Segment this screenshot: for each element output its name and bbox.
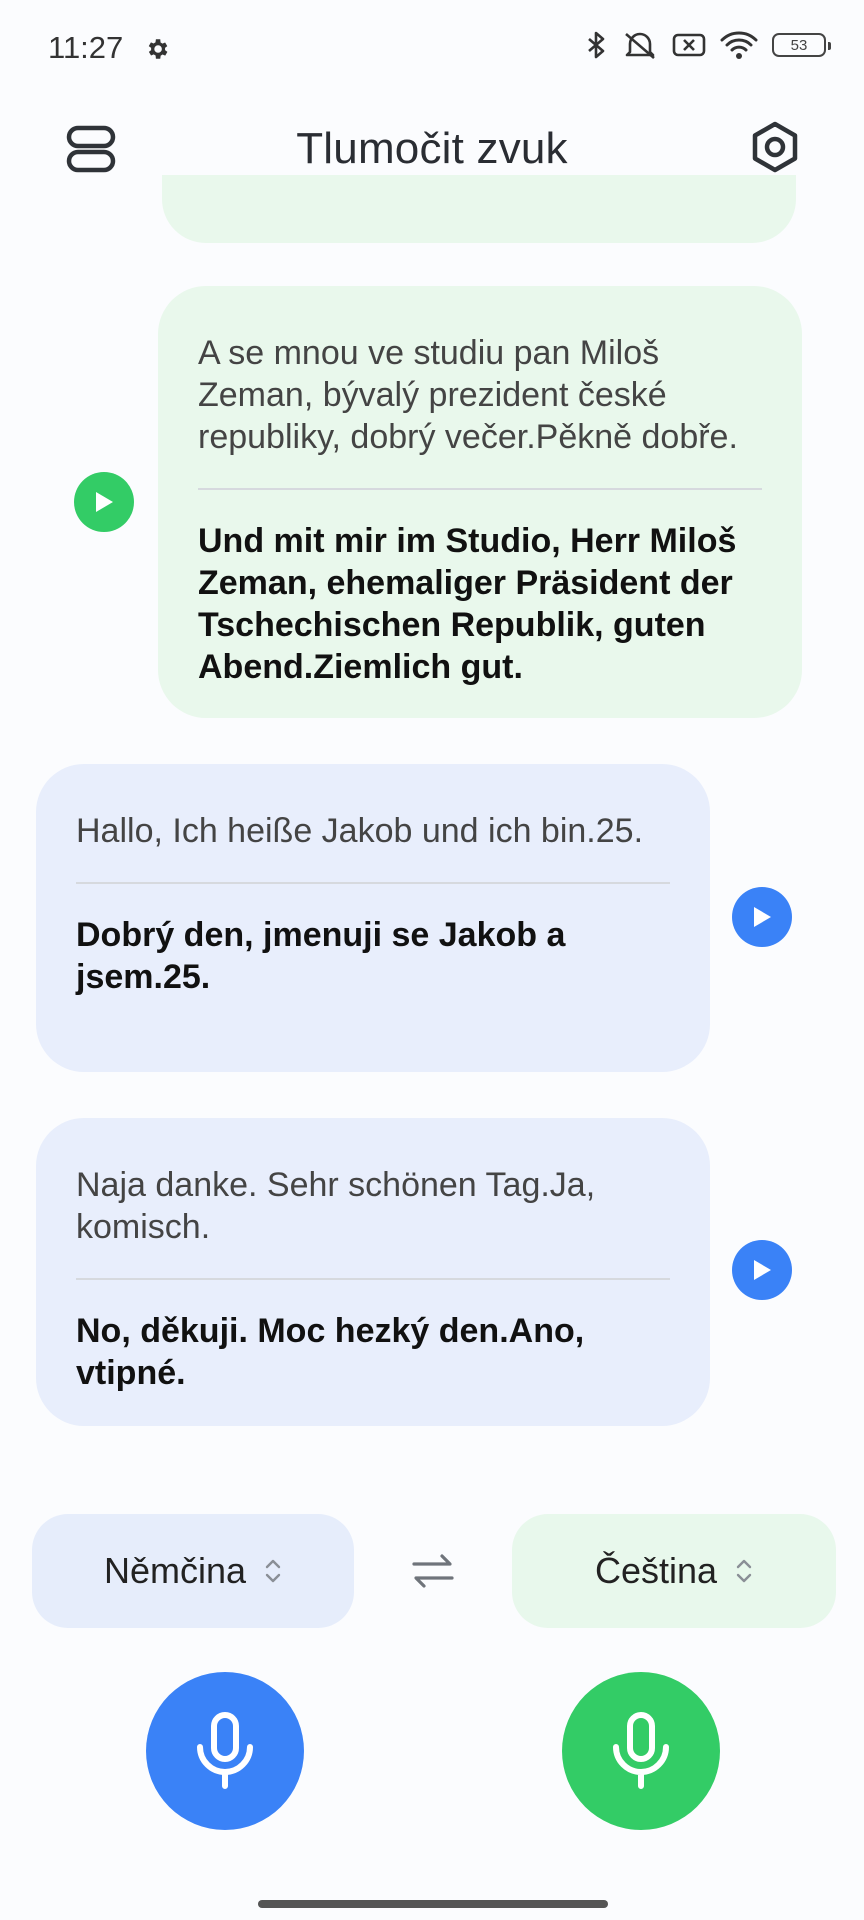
play-icon	[754, 907, 771, 927]
target-language-selector[interactable]: Čeština	[512, 1514, 836, 1628]
play-icon	[96, 492, 113, 512]
play-icon	[754, 1260, 771, 1280]
battery-level: 53	[790, 36, 808, 54]
bluetooth-icon	[588, 31, 605, 59]
message-translation-text: Und mit mir im Studio, Herr Miloš Zeman,…	[198, 522, 737, 686]
status-time: 11:27	[48, 30, 124, 65]
settings-icon[interactable]	[748, 120, 802, 174]
play-button[interactable]	[732, 887, 792, 947]
play-button[interactable]	[732, 1240, 792, 1300]
target-mic-button[interactable]	[562, 1672, 720, 1830]
message-source-text: Naja danke. Sehr schönen Tag.Ja, komisch…	[76, 1166, 596, 1246]
source-language-selector[interactable]: Němčina	[32, 1514, 354, 1628]
message-bubble: Naja danke. Sehr schönen Tag.Ja, komisch…	[36, 1118, 710, 1426]
message-divider	[76, 882, 670, 884]
microphone-icon	[613, 1712, 669, 1789]
swap-languages-icon[interactable]	[408, 1546, 458, 1596]
play-button[interactable]	[74, 472, 134, 532]
source-language-label: Němčina	[103, 1550, 247, 1591]
message-bubble-partial	[162, 175, 796, 243]
message-source-text: A se mnou ve studiu pan Miloš Zeman, býv…	[198, 334, 738, 456]
no-sim-icon	[672, 33, 706, 57]
target-language-label: Čeština	[594, 1550, 718, 1591]
message-translation-text: Dobrý den, jmenuji se Jakob a jsem.25.	[76, 916, 566, 996]
status-icons: 53	[586, 30, 831, 60]
page-title: Tlumočit zvuk	[296, 124, 568, 173]
battery-indicator: 53	[772, 33, 831, 57]
silent-mode-icon	[625, 32, 655, 59]
message-bubble: Hallo, Ich heiße Jakob und ich bin.25. D…	[36, 764, 710, 1072]
updown-chevron-icon	[736, 1559, 752, 1583]
home-indicator[interactable]	[258, 1900, 608, 1908]
message-source-text: Hallo, Ich heiße Jakob und ich bin.25.	[76, 812, 644, 850]
message-divider	[76, 1278, 670, 1280]
message-bubble: A se mnou ve studiu pan Miloš Zeman, býv…	[158, 286, 802, 718]
updown-chevron-icon	[265, 1559, 281, 1583]
settings-gear-icon	[148, 39, 168, 59]
message-divider	[198, 488, 762, 490]
microphone-icon	[197, 1712, 253, 1789]
source-mic-button[interactable]	[146, 1672, 304, 1830]
message-translation-text: No, děkuji. Moc hezký den.Ano, vtipné.	[76, 1312, 585, 1392]
wifi-icon	[720, 31, 758, 59]
